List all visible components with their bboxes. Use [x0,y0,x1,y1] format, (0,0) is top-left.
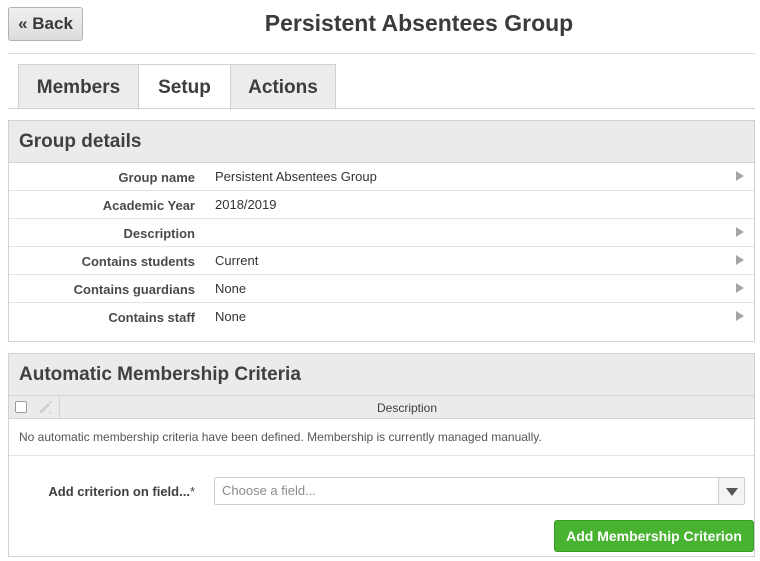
field-select[interactable]: Choose a field... [214,477,745,505]
chevron-down-icon[interactable] [718,478,744,504]
chevron-right-icon[interactable] [736,311,744,321]
detail-label: Contains students [81,254,195,269]
empty-criteria-message: No automatic membership criteria have be… [9,419,754,456]
detail-value: None [215,309,247,324]
detail-value: None [215,281,247,296]
criteria-table-header: Description [9,396,754,419]
group-details-panel: Group details Group name Persistent Abse… [8,120,755,342]
detail-label: Group name [118,170,195,185]
tab-actions[interactable]: Actions [230,64,336,109]
select-all-checkbox[interactable] [15,401,27,413]
field-select-placeholder: Choose a field... [222,483,316,498]
detail-row-group-name[interactable]: Group name Persistent Absentees Group [9,163,754,191]
chevron-right-icon[interactable] [736,171,744,181]
detail-row-description[interactable]: Description [9,219,754,247]
column-header-description[interactable]: Description [60,401,754,415]
criteria-heading: Automatic Membership Criteria [9,354,754,396]
criteria-panel: Automatic Membership Criteria Descriptio… [8,353,755,557]
chevron-right-icon[interactable] [736,255,744,265]
tabs-divider [8,108,755,109]
detail-row-contains-guardians[interactable]: Contains guardians None [9,275,754,303]
group-details-heading: Group details [9,121,754,163]
detail-label: Description [123,226,195,241]
detail-label: Contains guardians [73,282,195,297]
pencil-icon[interactable] [36,398,54,416]
required-marker: * [189,484,195,499]
back-button[interactable]: « Back [8,7,83,41]
detail-row-contains-staff[interactable]: Contains staff None [9,303,754,331]
detail-row-academic-year: Academic Year 2018/2019 [9,191,754,219]
chevron-right-icon[interactable] [736,283,744,293]
add-criterion-label: Add criterion on field...* [9,484,195,499]
detail-value: 2018/2019 [215,197,277,212]
page-title: Persistent Absentees Group [264,10,574,36]
tab-members[interactable]: Members [18,64,139,109]
add-membership-criterion-button[interactable]: Add Membership Criterion [554,520,754,552]
title-divider [8,53,755,54]
tab-setup[interactable]: Setup [138,64,231,110]
detail-value: Persistent Absentees Group [215,169,377,184]
chevron-right-icon[interactable] [736,227,744,237]
detail-label: Academic Year [102,198,195,213]
detail-value: Current [215,253,259,268]
add-criterion-label-text: Add criterion on field... [48,484,190,499]
detail-row-contains-students[interactable]: Contains students Current [9,247,754,275]
detail-label: Contains staff [108,310,195,325]
